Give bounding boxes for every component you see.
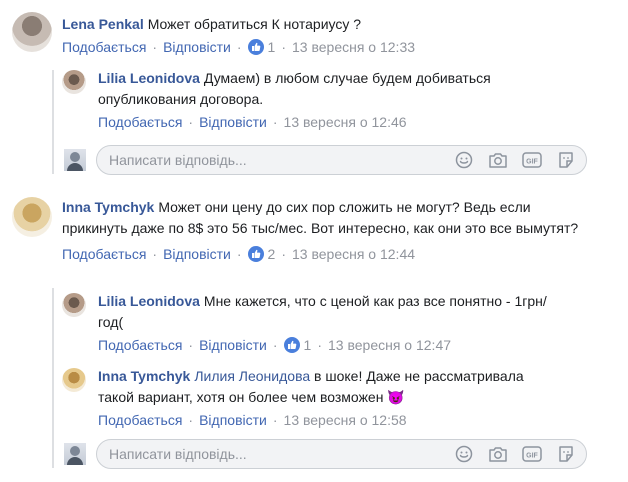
avatar[interactable] [62, 293, 86, 317]
comment-text: Inna Tymchyk Может они цену до сих пор сл… [62, 197, 582, 239]
avatar[interactable] [62, 368, 86, 392]
avatar [64, 149, 86, 171]
like-icon[interactable] [247, 39, 264, 55]
reply: Lilia Leonidova Мне кажется, что с ценой … [62, 293, 602, 355]
thread-line [52, 288, 54, 468]
comment: Inna Tymchyk Может они цену до сих пор сл… [12, 197, 612, 264]
timestamp[interactable]: 13 вересня о 12:58 [284, 412, 407, 428]
separator: · [272, 412, 278, 428]
comment: Lena Penkal Может обратиться К нотариусу … [12, 12, 612, 57]
reply-author[interactable]: Lilia Leonidova [98, 70, 200, 86]
like-button[interactable]: Подобається [62, 39, 146, 55]
reply-placeholder[interactable]: Написати відповідь... [109, 152, 454, 168]
comment-author[interactable]: Lena Penkal [62, 16, 144, 32]
reply-tools: GIF [454, 150, 576, 170]
reply-actions: Подобається · Відповісти · 13 вересня о … [98, 112, 538, 132]
reply-actions: Подобається · Відповісти · 1 · 13 вересн… [98, 335, 558, 355]
avatar[interactable] [62, 70, 86, 94]
like-button[interactable]: Подобається [98, 114, 182, 130]
comment-actions: Подобається · Відповісти · 2 · 13 вересн… [62, 244, 582, 264]
like-count[interactable]: 2 [268, 246, 276, 262]
comment-actions: Подобається · Відповісти · 1 · 13 вересн… [62, 37, 415, 57]
gif-icon[interactable]: GIF [522, 150, 542, 170]
reply-button[interactable]: Відповісти [163, 39, 231, 55]
avatar[interactable] [12, 197, 52, 237]
reply-input[interactable]: Написати відповідь... GIF [96, 439, 587, 469]
like-count[interactable]: 1 [268, 39, 276, 55]
sticker-icon[interactable] [556, 444, 576, 464]
comment-text: Lena Penkal Может обратиться К нотариусу … [62, 14, 415, 35]
sticker-icon[interactable] [556, 150, 576, 170]
reply-button[interactable]: Відповісти [163, 246, 231, 262]
timestamp[interactable]: 13 вересня о 12:33 [292, 39, 415, 55]
reply-author[interactable]: Inna Tymchyk [98, 368, 190, 384]
reply-button[interactable]: Відповісти [199, 114, 267, 130]
separator: · [236, 246, 242, 262]
avatar[interactable] [12, 12, 52, 52]
separator: · [281, 39, 286, 55]
like-button[interactable]: Подобається [62, 246, 146, 262]
like-button[interactable]: Подобається [98, 337, 182, 353]
reply: Inna Tymchyk Лилия Леонидова в шоке! Даже… [62, 368, 602, 430]
reply: Lilia Leonidova Думаем) в любом случае бу… [62, 70, 602, 132]
emoji-icon[interactable] [454, 150, 474, 170]
reply-tools: GIF [454, 444, 576, 464]
camera-icon[interactable] [488, 150, 508, 170]
camera-icon[interactable] [488, 444, 508, 464]
comment-message: Может обратиться К нотариусу ? [147, 16, 362, 32]
like-count[interactable]: 1 [304, 337, 312, 353]
reply-box: Написати відповідь... GIF [64, 439, 587, 469]
like-icon[interactable] [283, 337, 300, 353]
separator: · [188, 412, 194, 428]
thread-line [52, 70, 54, 174]
reply-author[interactable]: Lilia Leonidova [98, 293, 200, 309]
separator: · [281, 246, 286, 262]
separator: · [152, 246, 158, 262]
separator: · [188, 114, 194, 130]
like-button[interactable]: Подобається [98, 412, 182, 428]
separator: · [236, 39, 242, 55]
separator: · [188, 337, 194, 353]
reply-button[interactable]: Відповісти [199, 412, 267, 428]
svg-text:GIF: GIF [526, 159, 538, 166]
reply-text: Inna Tymchyk Лилия Леонидова в шоке! Даже… [98, 366, 558, 408]
separator: · [272, 114, 278, 130]
reply-text: Lilia Leonidova Думаем) в любом случае бу… [98, 68, 538, 110]
mention-link[interactable]: Лилия Леонидова [194, 368, 310, 384]
separator: · [272, 337, 278, 353]
gif-icon[interactable]: GIF [522, 444, 542, 464]
separator: · [317, 337, 322, 353]
timestamp[interactable]: 13 вересня о 12:44 [292, 246, 415, 262]
emoji-icon[interactable] [454, 444, 474, 464]
reply-input[interactable]: Написати відповідь... GIF [96, 145, 587, 175]
devil-emoji-icon: 😈 [387, 389, 405, 405]
reply-text: Lilia Leonidova Мне кажется, что с ценой … [98, 291, 558, 333]
timestamp[interactable]: 13 вересня о 12:47 [328, 337, 451, 353]
separator: · [152, 39, 158, 55]
reply-actions: Подобається · Відповісти · 13 вересня о … [98, 410, 558, 430]
avatar [64, 443, 86, 465]
svg-text:GIF: GIF [526, 453, 538, 460]
like-icon[interactable] [247, 246, 264, 262]
reply-button[interactable]: Відповісти [199, 337, 267, 353]
reply-box: Написати відповідь... GIF [64, 145, 587, 175]
reply-placeholder[interactable]: Написати відповідь... [109, 446, 454, 462]
comment-author[interactable]: Inna Tymchyk [62, 199, 154, 215]
timestamp[interactable]: 13 вересня о 12:46 [284, 114, 407, 130]
